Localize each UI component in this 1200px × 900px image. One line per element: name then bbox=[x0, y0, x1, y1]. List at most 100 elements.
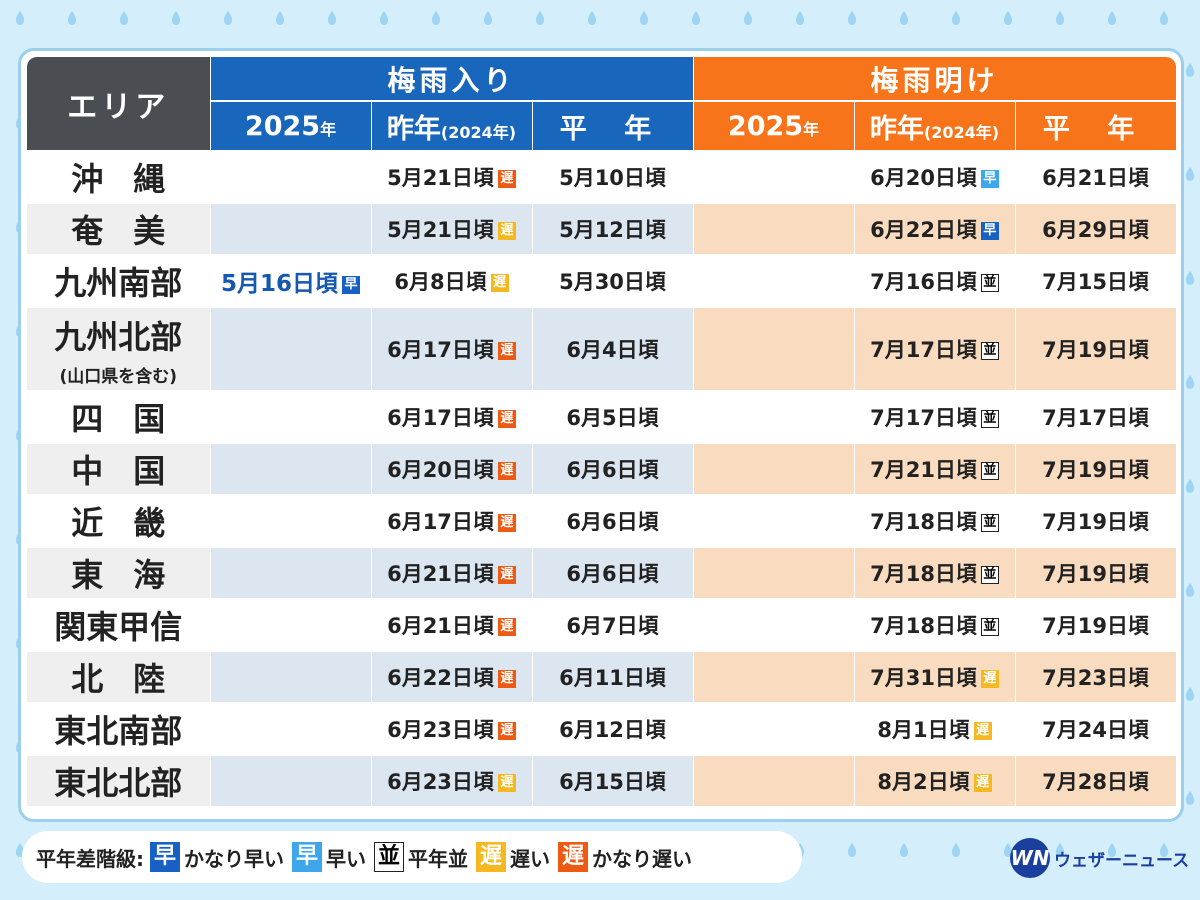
end-2024-cell: 7月17日頃並 bbox=[854, 307, 1016, 392]
end-2025-cell bbox=[693, 599, 855, 652]
rainy-end-header: 梅雨明け bbox=[693, 57, 1177, 102]
start-2024-cell: 6月20日頃遅 bbox=[371, 443, 533, 496]
table-row: 東北北部 6月23日頃遅 6月15日頃 8月2日頃遅 7月28日頃 bbox=[27, 755, 1177, 808]
logo-mark-icon: WN bbox=[1010, 838, 1050, 878]
end-2025-cell bbox=[693, 151, 855, 204]
end-normal-cell: 7月15日頃 bbox=[1015, 255, 1177, 308]
end-normal-cell: 7月19日頃 bbox=[1015, 307, 1177, 392]
area-name: 近畿 bbox=[71, 504, 196, 542]
area-name-cell: 東北北部 bbox=[27, 755, 211, 808]
raindrop bbox=[431, 11, 441, 25]
area-name: 四国 bbox=[71, 400, 196, 438]
deviation-badge-late: 遅 bbox=[980, 670, 999, 688]
date-text: 6月22日頃 bbox=[387, 666, 494, 690]
raindrop bbox=[1003, 11, 1013, 25]
legend-badge-very-early: 早 bbox=[150, 842, 180, 872]
end-2024-cell: 7月18日頃並 bbox=[854, 495, 1016, 548]
end-2024-cell: 6月22日頃早 bbox=[854, 203, 1016, 256]
legend-title: 平年差階級: bbox=[36, 846, 144, 871]
area-name-cell: 九州南部 bbox=[27, 255, 211, 308]
end-normal-cell: 7月19日頃 bbox=[1015, 495, 1177, 548]
legend-item-normal: 並平年並 bbox=[374, 842, 468, 872]
start-normal-cell: 5月10日頃 bbox=[532, 151, 694, 204]
start-normal-header: 平 年 bbox=[532, 101, 694, 152]
area-name-cell: 関東甲信 bbox=[27, 599, 211, 652]
area-name-cell: 九州北部 (山口県を含む) bbox=[27, 307, 211, 392]
deviation-badge-late: 遅 bbox=[973, 722, 992, 740]
table-row: 沖縄 5月21日頃遅 5月10日頃 6月20日頃早 6月21日頃 bbox=[27, 151, 1177, 204]
logo-text: ウェザーニュース bbox=[1054, 850, 1190, 871]
end-2024-cell: 8月2日頃遅 bbox=[854, 755, 1016, 808]
deviation-badge-normal: 並 bbox=[980, 410, 999, 428]
table-row: 四国 6月17日頃遅 6月5日頃 7月17日頃並 7月17日頃 bbox=[27, 391, 1177, 444]
start-2025-cell bbox=[210, 651, 372, 704]
date-text: 7月19日頃 bbox=[1042, 338, 1149, 362]
date-text: 6月6日頃 bbox=[566, 458, 659, 482]
deviation-badge-normal: 並 bbox=[980, 618, 999, 636]
date-text: 6月21日頃 bbox=[1042, 166, 1149, 190]
date-text: 7月19日頃 bbox=[1042, 562, 1149, 586]
normal-label: 平 年 bbox=[559, 113, 666, 145]
date-text: 8月2日頃 bbox=[877, 770, 970, 794]
deviation-badge-very-early: 早 bbox=[342, 276, 360, 294]
deviation-badge-normal: 並 bbox=[980, 342, 999, 360]
date-text: 7月23日頃 bbox=[1042, 666, 1149, 690]
year-unit: 年 bbox=[320, 119, 337, 139]
start-2025-cell bbox=[210, 203, 372, 256]
deviation-badge-very-late: 遅 bbox=[497, 566, 516, 584]
area-name-cell: 近畿 bbox=[27, 495, 211, 548]
raindrop bbox=[847, 11, 857, 25]
legend-item-very-late: 遅かなり遅い bbox=[558, 842, 692, 872]
date-text: 5月30日頃 bbox=[559, 270, 666, 294]
start-2024-cell: 6月17日頃遅 bbox=[371, 307, 533, 392]
raindrop bbox=[327, 11, 337, 25]
area-name: 東北南部 bbox=[54, 712, 183, 750]
table-row: 九州北部 (山口県を含む) 6月17日頃遅 6月4日頃 7月17日頃並 7月19日頃 bbox=[27, 307, 1177, 392]
deviation-badge-very-late: 遅 bbox=[497, 462, 516, 480]
raindrop bbox=[535, 11, 545, 25]
end-normal-cell: 6月21日頃 bbox=[1015, 151, 1177, 204]
date-text: 6月15日頃 bbox=[559, 770, 666, 794]
end-2025-header: 2025年 bbox=[693, 101, 855, 152]
area-name-cell: 中国 bbox=[27, 443, 211, 496]
raindrop bbox=[171, 11, 181, 25]
raindrop bbox=[379, 11, 389, 25]
last-year-note: (2024年) bbox=[923, 122, 1000, 142]
start-normal-cell: 6月11日頃 bbox=[532, 651, 694, 704]
end-normal-header: 平 年 bbox=[1015, 101, 1177, 152]
table-body: 沖縄 5月21日頃遅 5月10日頃 6月20日頃早 6月21日頃 奄美 5月21日頃遅 5月1… bbox=[27, 151, 1177, 808]
date-text: 7月19日頃 bbox=[1042, 458, 1149, 482]
start-normal-cell: 6月15日頃 bbox=[532, 755, 694, 808]
legend-items: 早かなり早い早早い並平年並遅遅い遅かなり遅い bbox=[150, 842, 700, 872]
raindrop bbox=[223, 11, 233, 25]
date-text: 6月4日頃 bbox=[566, 338, 659, 362]
raindrop bbox=[639, 11, 649, 25]
date-text: 7月17日頃 bbox=[1042, 406, 1149, 430]
date-text: 5月10日頃 bbox=[559, 166, 666, 190]
date-text: 6月8日頃 bbox=[394, 270, 487, 294]
table-row: 近畿 6月17日頃遅 6月6日頃 7月18日頃並 7月19日頃 bbox=[27, 495, 1177, 548]
start-2024-cell: 5月21日頃遅 bbox=[371, 203, 533, 256]
raindrop bbox=[1185, 167, 1195, 181]
raindrop bbox=[899, 843, 909, 857]
raindrop bbox=[1159, 11, 1169, 25]
area-name: 九州南部 bbox=[54, 264, 183, 302]
deviation-badge-late: 遅 bbox=[973, 774, 992, 792]
legend-badge-very-late: 遅 bbox=[558, 842, 588, 872]
date-text: 6月29日頃 bbox=[1042, 218, 1149, 242]
start-2025-cell bbox=[210, 599, 372, 652]
date-text: 7月24日頃 bbox=[1042, 718, 1149, 742]
last-year-label: 昨年 bbox=[869, 113, 924, 145]
area-name-cell: 沖縄 bbox=[27, 151, 211, 204]
area-name: 沖縄 bbox=[71, 160, 196, 198]
date-text: 7月15日頃 bbox=[1042, 270, 1149, 294]
deviation-badge-very-late: 遅 bbox=[497, 670, 516, 688]
area-name-cell: 奄美 bbox=[27, 203, 211, 256]
end-normal-cell: 7月19日頃 bbox=[1015, 443, 1177, 496]
end-normal-cell: 7月17日頃 bbox=[1015, 391, 1177, 444]
end-2025-cell bbox=[693, 547, 855, 600]
end-normal-cell: 6月29日頃 bbox=[1015, 203, 1177, 256]
start-normal-cell: 6月12日頃 bbox=[532, 703, 694, 756]
legend-badge-early: 早 bbox=[292, 842, 322, 872]
end-2025-cell bbox=[693, 651, 855, 704]
